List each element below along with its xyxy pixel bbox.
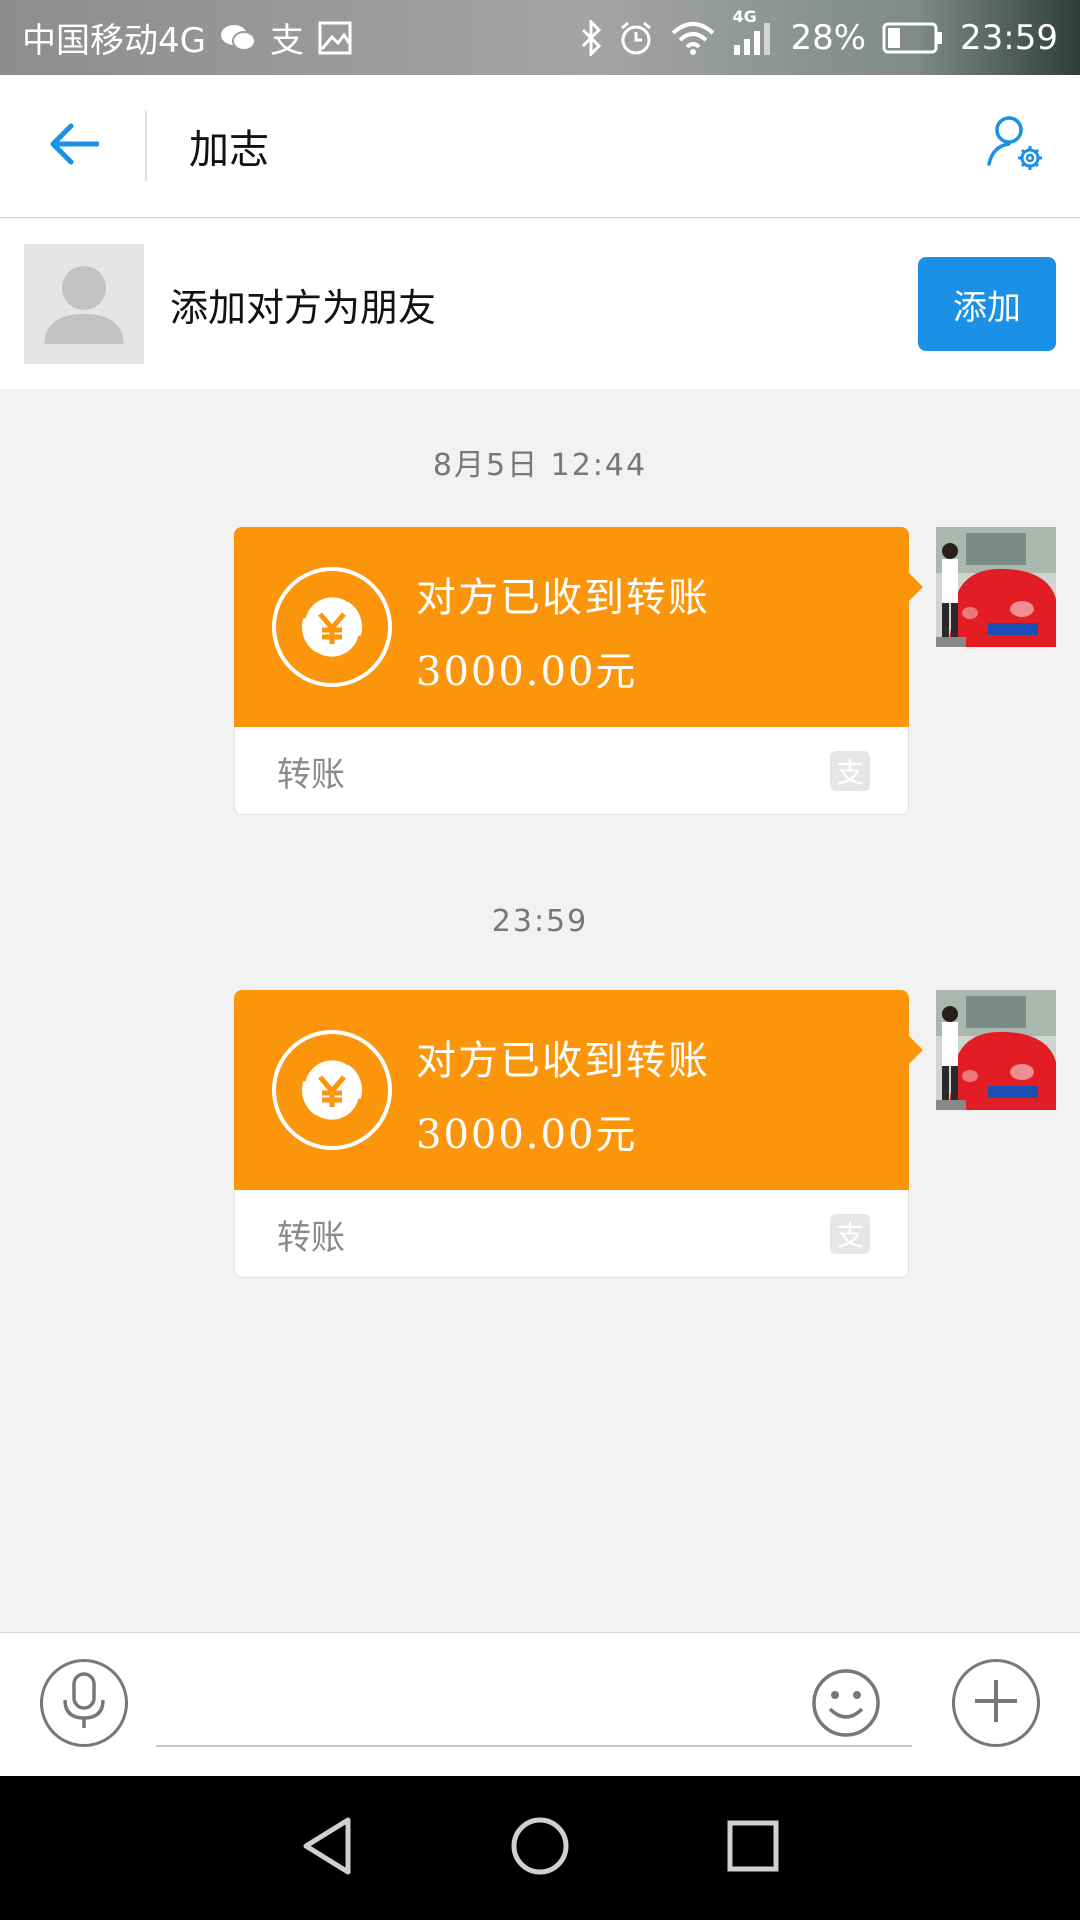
battery-percent: 28% (790, 17, 867, 58)
transfer-card-body: 对方已收到转账 3000.00元 (234, 527, 923, 727)
signal-icon: 4G (732, 7, 774, 55)
bluetooth-icon (580, 19, 602, 56)
contact-avatar-placeholder (24, 244, 144, 364)
alipay-icon: 支 (269, 21, 304, 61)
transfer-coin-icon (272, 1030, 392, 1150)
transfer-label: 转账 (277, 1218, 345, 1258)
alarm-icon (618, 20, 654, 56)
bubble-tail (909, 573, 923, 601)
emoji-button[interactable] (810, 1667, 882, 1739)
network-badge: 4G (732, 6, 757, 26)
circle-home-icon (510, 1816, 570, 1880)
chat-header: 加志 (0, 75, 1080, 218)
message-timestamp: 23:59 (491, 904, 589, 939)
transfer-message[interactable]: 对方已收到转账 3000.00元 转账 支 (234, 990, 923, 1278)
microphone-icon (59, 1670, 109, 1736)
triangle-back-icon (300, 1816, 354, 1880)
transfer-card-footer: 转账 支 (234, 1190, 909, 1278)
transfer-status: 对方已收到转账 (416, 1038, 710, 1084)
carrier-label: 中国移动4G (22, 21, 206, 61)
transfer-status: 对方已收到转账 (416, 575, 710, 621)
transfer-label: 转账 (277, 755, 345, 795)
clock: 23:59 (960, 17, 1058, 58)
input-bar (0, 1632, 1080, 1776)
page-title: 加志 (189, 127, 269, 173)
transfer-amount: 3000.00元 (416, 649, 638, 695)
system-nav-bar (0, 1776, 1080, 1920)
alipay-icon: 支 (830, 751, 870, 791)
more-options-button[interactable] (952, 1659, 1040, 1747)
nav-back-button[interactable] (287, 1808, 367, 1888)
sender-avatar[interactable] (936, 990, 1056, 1110)
contact-settings-icon (983, 112, 1047, 180)
bubble-tail (909, 1036, 923, 1064)
transfer-card-footer: 转账 支 (234, 727, 909, 815)
add-friend-bar: 添加对方为朋友 添加 (0, 219, 1080, 389)
add-friend-prompt: 添加对方为朋友 (170, 285, 437, 330)
status-bar: 中国移动4G 支 4G 28% 23:59 (0, 0, 1080, 75)
wifi-icon (670, 21, 716, 55)
transfer-message[interactable]: 对方已收到转账 3000.00元 转账 支 (234, 527, 923, 815)
message-input[interactable] (156, 1657, 912, 1747)
add-friend-button[interactable]: 添加 (918, 257, 1056, 351)
nav-home-button[interactable] (500, 1808, 580, 1888)
transfer-coin-icon (272, 567, 392, 687)
contact-settings-button[interactable] (950, 75, 1080, 218)
sender-avatar[interactable] (936, 527, 1056, 647)
back-arrow-icon (47, 122, 99, 170)
emoji-icon (810, 1669, 882, 1743)
transfer-card-body: 对方已收到转账 3000.00元 (234, 990, 923, 1190)
square-recents-icon (726, 1819, 780, 1877)
message-timestamp: 8月5日 12:44 (432, 448, 648, 483)
header-divider (145, 111, 147, 181)
person-icon (44, 266, 124, 344)
transfer-amount: 3000.00元 (416, 1112, 638, 1158)
back-button[interactable] (0, 75, 145, 218)
voice-input-button[interactable] (40, 1659, 128, 1747)
alipay-icon: 支 (830, 1214, 870, 1254)
plus-icon (971, 1676, 1021, 1730)
battery-icon (882, 22, 944, 54)
image-icon (318, 21, 352, 55)
nav-recents-button[interactable] (713, 1808, 793, 1888)
wechat-icon (220, 23, 256, 53)
